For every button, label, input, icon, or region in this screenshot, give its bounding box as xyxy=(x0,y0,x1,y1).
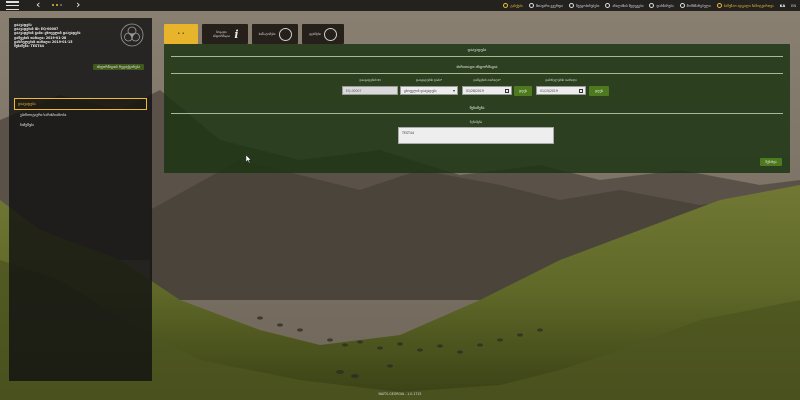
toolbar-button-label: ფერმები xyxy=(309,32,321,36)
help-icon xyxy=(649,3,655,8)
divider xyxy=(171,73,783,74)
disease-id-label: დაავადების ID xyxy=(359,78,381,82)
toolbar-general-info-button[interactable]: ზოგადი ინფორმაცია i xyxy=(202,24,248,44)
top-link-messages[interactable]: შეტყობინებები xyxy=(568,3,600,8)
calendar-icon[interactable] xyxy=(505,89,509,93)
farm-icon xyxy=(323,27,337,41)
toolbar-button-label: სიმპ-ტომები xyxy=(258,32,276,36)
panel-title: დაავადება xyxy=(467,48,487,52)
disease-type-select[interactable]: ცხოველის დაავადება xyxy=(400,86,458,95)
footer-version: NAITS-GEORGIA - 1.0.1715 xyxy=(378,392,422,396)
lang-ka[interactable]: KA xyxy=(780,4,785,8)
dot-icon xyxy=(56,4,58,6)
disease-type-label: დაავადების ტიპი* xyxy=(415,78,443,82)
summary-line: შენიშვნა: TEST44 xyxy=(14,44,44,49)
biohazard-icon xyxy=(120,23,144,47)
sidebar: დაავადება დაავადების ID: EQ-00007 დაავად… xyxy=(9,18,152,381)
top-link-workplace[interactable]: სამუშაო ადგილი ჩამოტვირთვა xyxy=(716,3,774,8)
start-date-value: 01/28/2019 xyxy=(466,89,484,93)
top-link-home[interactable]: მთავარი გვერდი xyxy=(528,3,563,8)
sidebar-item-samples[interactable]: ნიმუშები xyxy=(14,120,147,130)
dot-icon xyxy=(52,4,54,6)
section-title-comment: შენიშვნა xyxy=(469,106,485,110)
end-date-label: დასრულების თარიღი xyxy=(545,78,577,82)
lang-en[interactable]: EN xyxy=(791,4,796,8)
sidebar-item-epizootic[interactable]: ეპიზოოტიური ხარისხიანობა xyxy=(14,110,147,120)
disease-id-field[interactable]: EQ-00007 xyxy=(342,86,398,95)
virus-icon xyxy=(279,27,292,41)
clock-icon xyxy=(605,3,611,8)
dot-icon xyxy=(60,4,62,6)
end-today-button[interactable]: დღეს xyxy=(589,86,609,96)
start-date-field[interactable]: 01/28/2019 xyxy=(462,86,512,95)
top-link-label: მომხმარებელი xyxy=(686,3,711,8)
side-menu: დაავადება ეპიზოოტიური ხარისხიანობა ნიმუშ… xyxy=(14,98,147,130)
top-link-label: სამუშაო ადგილი ჩამოტვირთვა xyxy=(723,3,774,8)
menu-icon[interactable] xyxy=(6,1,19,10)
calendar-icon[interactable] xyxy=(579,89,583,93)
top-link-label: ანალიზის შედეგები xyxy=(612,3,644,8)
bell-icon xyxy=(503,3,509,8)
info-icon: i xyxy=(234,27,239,41)
user-icon xyxy=(679,3,685,8)
top-link-help[interactable]: დახმარება xyxy=(649,3,674,8)
divider xyxy=(171,113,783,114)
divider xyxy=(171,56,783,57)
forward-arrow-icon[interactable]: › xyxy=(76,0,80,10)
top-link-label: მთავარი გვერდი xyxy=(535,3,563,8)
comment-label: შენიშვნა xyxy=(469,120,483,124)
toolbar-button-label: ზოგადი ინფორმაცია xyxy=(212,30,230,38)
top-bar: ‹ › ტასქები მთავარი გვერდი შეტყობინებები… xyxy=(0,0,800,11)
record-summary: დაავადება დაავადების ID: EQ-00007 დაავად… xyxy=(14,23,122,48)
message-icon xyxy=(568,3,574,8)
dots-icon: • • xyxy=(177,31,185,37)
toolbar-dots-button[interactable]: • • xyxy=(164,24,198,44)
edit-info-button[interactable]: ინფორმაციის რედაქტირება xyxy=(92,64,144,70)
top-link-tasks[interactable]: ტასქები xyxy=(503,3,523,8)
end-date-value: 01/15/2019 xyxy=(540,89,558,93)
start-today-button[interactable]: დღეს xyxy=(514,86,532,96)
comment-textarea[interactable]: TEST44 xyxy=(398,127,554,144)
sidebar-item-disease[interactable]: დაავადება xyxy=(14,98,147,110)
top-links: ტასქები მთავარი გვერდი შეტყობინებები ანა… xyxy=(503,0,796,11)
location-icon xyxy=(716,3,722,8)
end-date-field[interactable]: 01/15/2019 xyxy=(536,86,586,95)
toolbar-farms-button[interactable]: ფერმები xyxy=(302,24,344,44)
toolbar-symptoms-button[interactable]: სიმპ-ტომები xyxy=(252,24,298,44)
nav-dots xyxy=(52,4,62,6)
top-link-results[interactable]: ანალიზის შედეგები xyxy=(605,3,643,8)
save-button[interactable]: შენახვა xyxy=(760,158,782,166)
mouse-cursor-icon xyxy=(246,155,252,163)
start-date-label: დაწყების თარიღი* xyxy=(473,78,501,82)
top-link-label: ტასქები xyxy=(510,3,523,8)
top-link-label: შეტყობინებები xyxy=(575,3,600,8)
home-icon xyxy=(528,3,534,8)
section-title-general: ძირითადი ინფორმაცია xyxy=(456,65,498,69)
top-link-label: დახმარება xyxy=(656,3,674,8)
disease-form-panel: დაავადება ძირითადი ინფორმაცია დაავადების… xyxy=(164,44,790,173)
toolbar: • • ზოგადი ინფორმაცია i სიმპ-ტომები ფერმ… xyxy=(164,24,344,44)
top-link-user[interactable]: მომხმარებელი xyxy=(679,3,711,8)
back-arrow-icon[interactable]: ‹ xyxy=(36,0,40,10)
